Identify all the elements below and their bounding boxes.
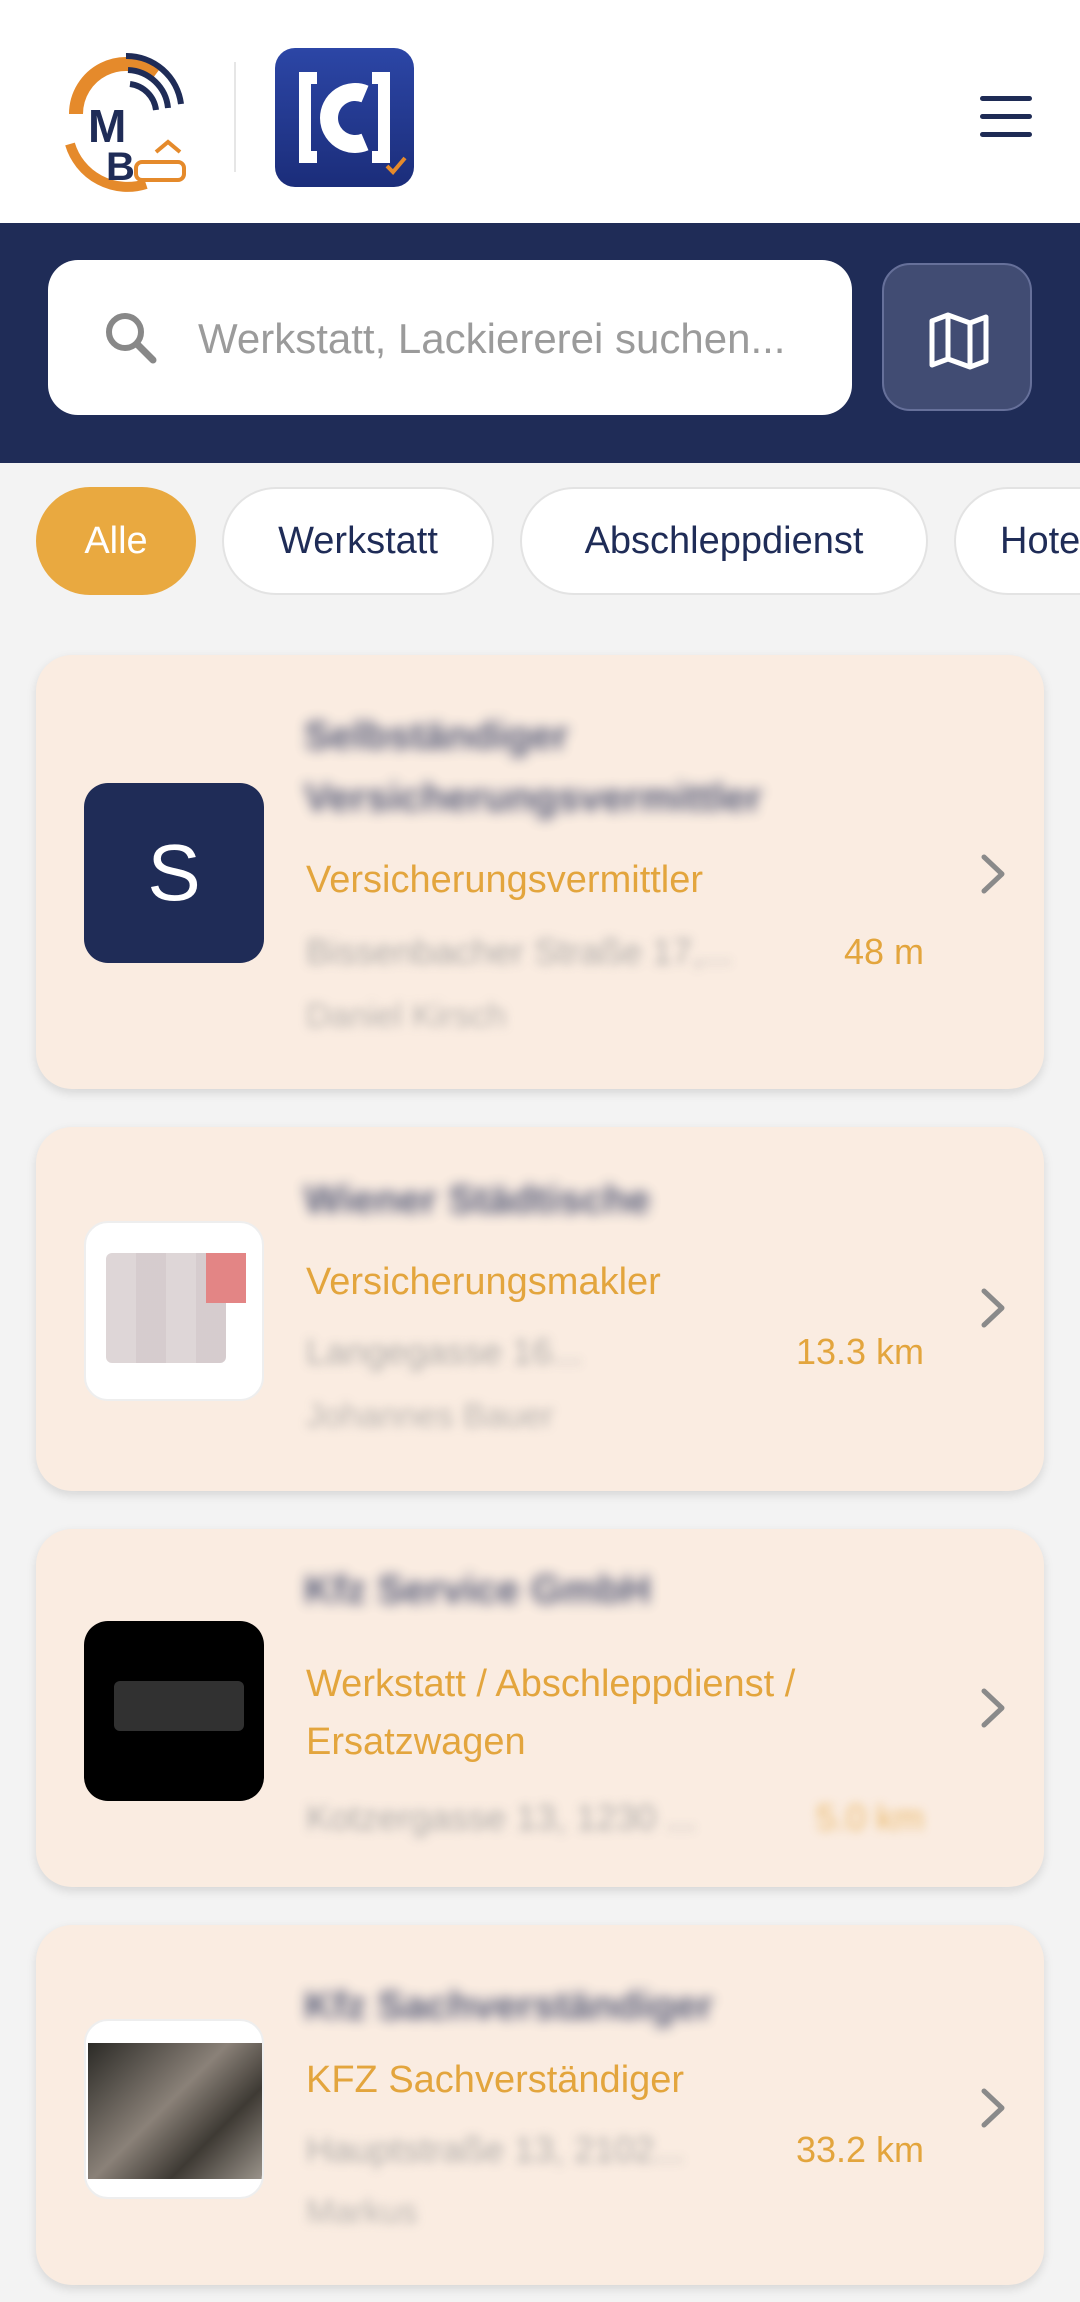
filter-chip-abschleppdienst[interactable]: Abschleppdienst — [520, 487, 928, 595]
result-address: Hauptstraße 13, 2102... — [306, 2129, 685, 2170]
c-app-logo-icon[interactable] — [275, 48, 414, 187]
map-icon — [929, 312, 989, 370]
mb-logo-icon[interactable]: M B — [56, 44, 196, 194]
result-category: Versicherungsvermittler — [306, 859, 704, 901]
result-card[interactable]: Kfz Service GmbH Werkstatt / Abschleppdi… — [36, 1529, 1044, 1887]
result-logo-image — [84, 2019, 264, 2199]
result-card[interactable]: Wiener Städtische Versicherungsmakler La… — [36, 1127, 1044, 1491]
search-bar-section — [0, 223, 1080, 463]
result-distance: 5.0 km — [815, 1797, 924, 1838]
result-title: Kfz Service GmbH — [304, 1568, 651, 1612]
filter-chip-werkstatt[interactable]: Werkstatt — [222, 487, 494, 595]
chevron-right-icon — [981, 1688, 1005, 1728]
logo-divider — [234, 62, 236, 172]
result-address: Bissenbacher Straße 17,... — [306, 931, 733, 972]
result-distance: 48 m — [843, 931, 924, 972]
result-title: Selbständiger Versicherungsvermittler — [304, 714, 762, 820]
result-contact-person: Johannes Bauer — [306, 1397, 554, 1435]
filter-chip-hotel[interactable]: Hote — [954, 487, 1080, 595]
result-card[interactable]: S Selbständiger Versicherungsvermittler … — [36, 655, 1044, 1089]
chevron-right-icon — [981, 1288, 1005, 1328]
result-distance: 13.3 km — [795, 1331, 924, 1372]
result-card[interactable]: Kfz Sachverständiger KFZ Sachverständige… — [36, 1925, 1044, 2285]
result-distance: 33.2 km — [795, 2129, 924, 2170]
top-bar: M B — [0, 0, 1080, 223]
result-title: Wiener Städtische — [304, 1178, 651, 1222]
result-category: Werkstatt / Abschleppdienst / Ersatzwage… — [306, 1663, 796, 1763]
search-input[interactable] — [196, 290, 830, 387]
chevron-right-icon — [981, 854, 1005, 894]
result-avatar: S — [84, 783, 264, 963]
result-contact-person: Daniel Kirsch — [306, 997, 507, 1035]
result-category: KFZ Sachverständiger — [306, 2059, 685, 2101]
chevron-right-icon — [981, 2088, 1005, 2128]
search-icon — [103, 310, 159, 366]
filter-chip-alle[interactable]: Alle — [36, 487, 196, 595]
map-view-button[interactable] — [882, 263, 1032, 411]
result-logo-image — [84, 1621, 264, 1801]
result-category: Versicherungsmakler — [306, 1261, 661, 1303]
result-title: Kfz Sachverständiger — [304, 1984, 714, 2028]
hamburger-menu-icon[interactable] — [976, 92, 1040, 144]
result-contact-person: Markus — [306, 2193, 418, 2231]
category-filter-chips: Alle Werkstatt Abschleppdienst Hote — [0, 487, 1080, 597]
search-field[interactable] — [48, 260, 852, 415]
result-address: Kotzergasse 13, 1230 ... — [306, 1797, 697, 1838]
svg-text:B: B — [106, 145, 135, 189]
result-address: Langegasse 16... — [306, 1331, 583, 1372]
result-logo-image — [84, 1221, 264, 1401]
